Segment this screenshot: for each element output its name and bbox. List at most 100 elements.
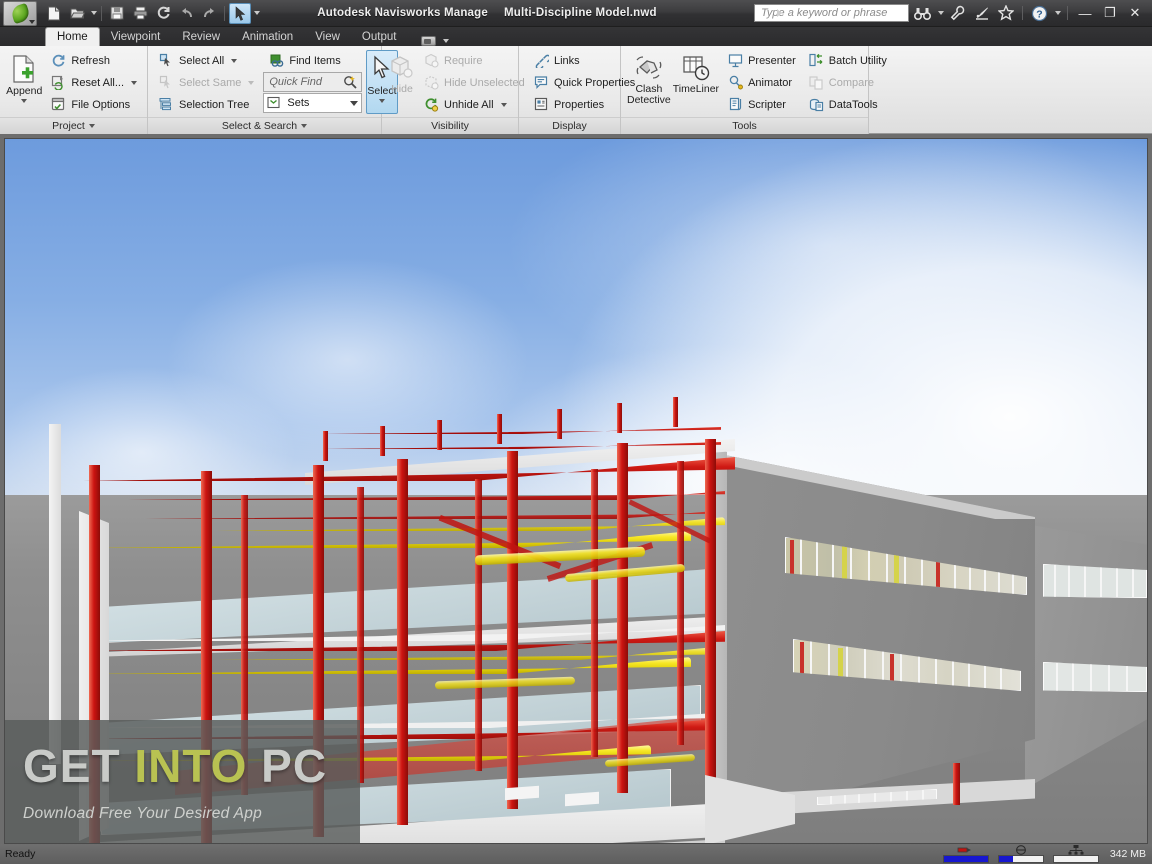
roof-post-2 [380, 426, 385, 456]
title-overflow-arrow-icon[interactable] [777, 9, 782, 17]
project-small-buttons: Refresh Reset All... File Options [45, 50, 142, 115]
watermark-title: GET INTO PC [23, 741, 360, 791]
open-file-icon[interactable] [66, 3, 88, 24]
select-all-button[interactable]: Select All [153, 50, 259, 71]
unhide-all-label: Unhide All [444, 98, 494, 111]
panel-title-select-search: Select & Search [221, 120, 298, 132]
status-bar: Ready 342 MB [0, 844, 1152, 864]
selection-tree-button[interactable]: Selection Tree [153, 94, 259, 115]
sets-dropdown-caret-icon[interactable] [350, 100, 359, 106]
save-icon[interactable] [106, 3, 128, 24]
select-cursor-icon[interactable] [229, 2, 251, 24]
properties-label: Properties [554, 98, 605, 111]
svg-text:?: ? [1036, 8, 1042, 20]
search-dropdown-caret-icon[interactable] [938, 11, 944, 15]
batch-utility-button[interactable]: Batch Utility [803, 50, 892, 71]
timeliner-button[interactable]: TimeLiner [672, 50, 720, 114]
roof-post-1 [323, 431, 328, 461]
roof-post-5 [557, 409, 562, 439]
compare-label: Compare [828, 76, 875, 89]
require-button: Require [418, 50, 530, 71]
refresh-button[interactable]: Refresh [45, 50, 142, 71]
select-all-label: Select All [179, 54, 225, 67]
window-band-far-lower [1043, 662, 1147, 692]
column-front-7 [705, 439, 716, 783]
watermark-part3: PC [247, 739, 328, 792]
column-back-3 [475, 479, 482, 771]
animator-button[interactable]: Animator [722, 72, 801, 93]
watermark-part2: INTO [134, 739, 248, 792]
ribbon: Append Refresh Reset All... File Options… [0, 46, 1152, 134]
close-button[interactable]: ✕ [1124, 4, 1146, 22]
batch-utility-icon [808, 52, 825, 69]
tab-view[interactable]: View [304, 27, 351, 46]
title-bar-right-tools: Type a keyword or phrase ? — ❐ ✕ [754, 3, 1152, 23]
append-button[interactable]: Append [5, 50, 43, 114]
facade-far-right [1025, 524, 1147, 789]
minimize-button[interactable]: — [1074, 4, 1096, 22]
find-items-button[interactable]: Find Items [263, 50, 362, 71]
select-same-icon [158, 74, 175, 91]
tab-extras-caret-icon[interactable] [443, 39, 450, 43]
select-search-panel-caret-icon[interactable] [301, 124, 308, 128]
panel-label-select-search[interactable]: Select & Search [148, 117, 381, 134]
presenter-button[interactable]: Presenter [722, 50, 801, 71]
tab-home[interactable]: Home [45, 27, 100, 46]
redo-icon[interactable] [198, 3, 220, 24]
tools-col-1: Presenter Animator Scripter [722, 50, 801, 115]
unhide-all-dropdown-caret-icon[interactable] [500, 102, 507, 107]
sets-dropdown[interactable]: Sets [263, 93, 363, 113]
tab-output[interactable]: Output [351, 27, 408, 46]
disk-progress-bar [997, 855, 1044, 863]
star-icon[interactable] [995, 3, 1016, 23]
binoculars-icon[interactable] [912, 3, 933, 23]
presenter-icon [727, 52, 744, 69]
timeliner-icon [683, 56, 710, 81]
select-all-dropdown-caret-icon[interactable] [231, 58, 238, 63]
tab-animation[interactable]: Animation [231, 27, 304, 46]
navisworks-window: Autodesk Navisworks Manage Multi-Discipl… [0, 0, 1152, 864]
duct-level3-front [91, 531, 691, 548]
print-icon[interactable] [129, 3, 151, 24]
wrench-icon[interactable] [947, 3, 968, 23]
tab-viewpoint[interactable]: Viewpoint [100, 27, 172, 46]
append-dropdown-caret-icon[interactable] [21, 99, 28, 103]
clash-detective-button[interactable]: Clash Detective [626, 50, 672, 114]
tab-strip-extras [421, 36, 450, 46]
ribbon-panel-select-search: Select All Select Same Selection Tree Fi… [148, 46, 398, 134]
quick-find-input[interactable]: Quick Find [263, 72, 363, 92]
tab-review[interactable]: Review [171, 27, 231, 46]
satellite-dish-icon[interactable] [971, 3, 992, 23]
scripter-button[interactable]: Scripter [722, 94, 801, 115]
refresh-icon[interactable] [152, 3, 174, 24]
navisworks-logo-icon[interactable] [3, 0, 37, 26]
panel-label-tools: Tools [621, 117, 868, 134]
reset-all-button[interactable]: Reset All... [45, 72, 142, 93]
hide-cube-icon [391, 56, 413, 78]
datatools-icon [808, 96, 825, 113]
render-style-icon[interactable] [421, 36, 437, 46]
pencil-progress-meter [942, 845, 989, 863]
help-dropdown-caret-icon[interactable] [1055, 11, 1061, 15]
unhide-all-button[interactable]: Unhide All [418, 94, 530, 115]
search-magnifier-icon[interactable] [341, 74, 358, 91]
selection-tree-icon [158, 96, 175, 113]
undo-icon[interactable] [175, 3, 197, 24]
ribbon-panel-project: Append Refresh Reset All... File Options… [0, 46, 148, 134]
ribbon-panel-display: Links Quick Properties Properties Displa… [519, 46, 635, 134]
3d-viewport[interactable]: GET INTO PC Download Free Your Desired A… [4, 138, 1148, 844]
ceiling-beam-3b [145, 511, 715, 519]
panel-label-project[interactable]: Project [0, 117, 147, 134]
select-search-col-2: Find Items Quick Find Sets [263, 50, 363, 113]
reset-all-dropdown-caret-icon[interactable] [131, 80, 137, 85]
quick-find-placeholder: Quick Find [269, 76, 322, 88]
maximize-button[interactable]: ❐ [1099, 4, 1121, 22]
new-file-icon[interactable] [43, 3, 65, 24]
ribbon-empty-area [869, 46, 1152, 133]
file-options-button[interactable]: File Options [45, 94, 142, 115]
project-panel-caret-icon[interactable] [88, 124, 95, 128]
datatools-button[interactable]: DataTools [803, 94, 892, 115]
help-icon[interactable]: ? [1029, 3, 1050, 23]
select-same-button: Select Same [153, 72, 259, 93]
open-dropdown-caret-icon[interactable] [91, 11, 97, 15]
